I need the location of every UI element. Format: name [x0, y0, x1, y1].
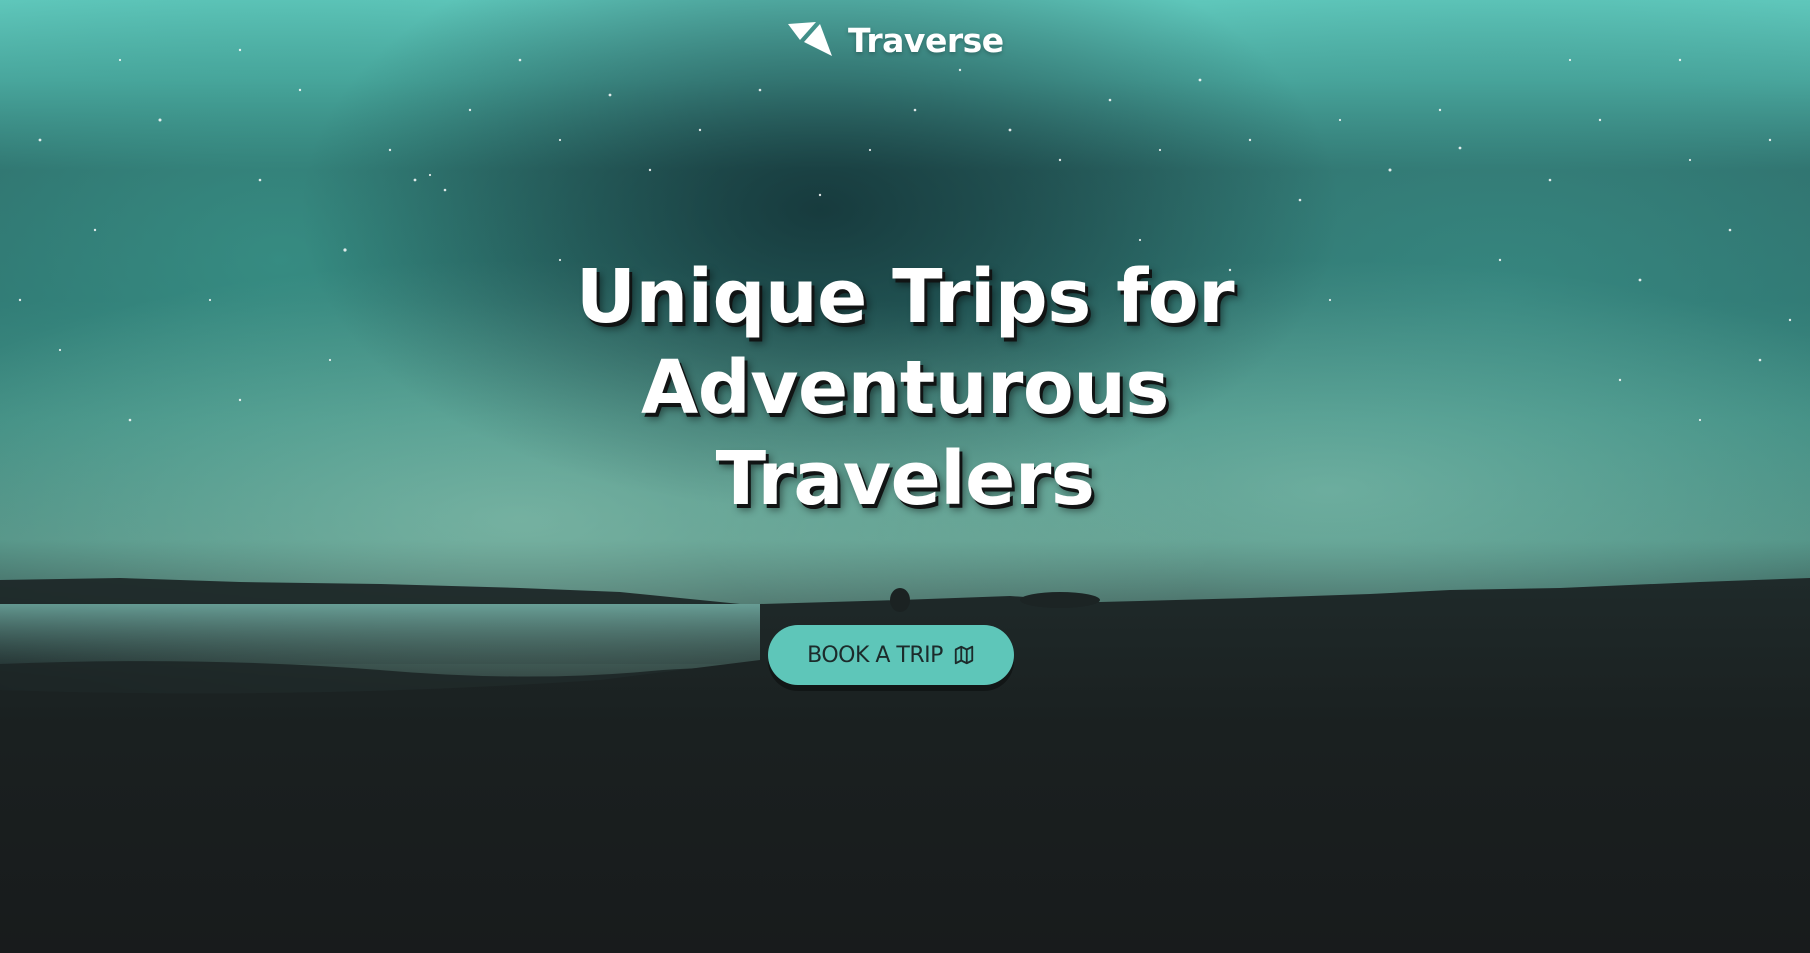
headline-line: Unique Trips for [575, 254, 1235, 340]
headline-line: Travelers [715, 436, 1095, 522]
book-a-trip-button[interactable]: BOOK A TRIP [768, 625, 1014, 685]
triangle-logo-icon [788, 22, 832, 56]
book-a-trip-label: BOOK A TRIP [807, 642, 943, 668]
headline-line: Adventurous [641, 345, 1169, 431]
lake-and-hills-silhouette [0, 578, 1810, 953]
map-icon [954, 645, 974, 665]
hero-headline: Unique Trips for Adventurous Travelers [455, 252, 1355, 525]
brand-name: Traverse [848, 20, 1004, 60]
hero-section: Traverse Unique Trips for Adventurous Tr… [0, 0, 1810, 953]
brand-logo-link[interactable]: Traverse [786, 18, 1004, 62]
